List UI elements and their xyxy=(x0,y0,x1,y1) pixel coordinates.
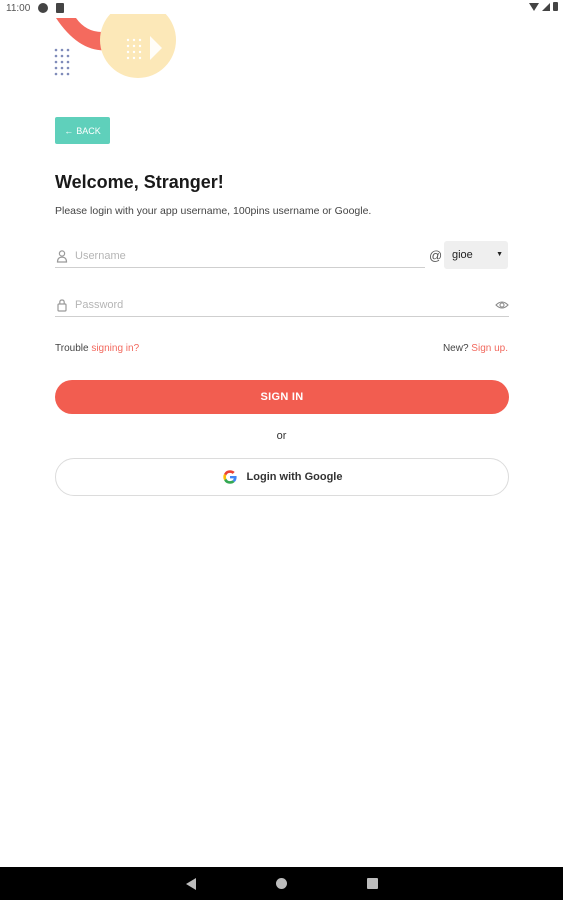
nav-back-icon[interactable] xyxy=(186,878,196,890)
battery-icon xyxy=(553,2,558,11)
back-button[interactable]: ← BACK xyxy=(55,117,110,144)
sign-in-button[interactable]: SIGN IN xyxy=(55,380,509,414)
header-decoration xyxy=(54,14,176,78)
caret-down-icon: ▼ xyxy=(496,251,503,258)
trouble-prefix: Trouble xyxy=(55,343,92,354)
user-icon xyxy=(56,249,68,263)
username-input[interactable] xyxy=(75,249,425,262)
google-icon xyxy=(222,470,237,484)
wifi-icon xyxy=(529,2,539,11)
back-button-label: BACK xyxy=(76,125,101,136)
trouble-signing-in: Trouble signing in? xyxy=(55,343,139,354)
nav-recents-icon[interactable] xyxy=(367,878,378,889)
page-title: Welcome, Stranger! xyxy=(55,172,224,192)
eye-icon[interactable] xyxy=(495,298,509,312)
signing-in-link[interactable]: signing in? xyxy=(91,343,139,354)
sd-card-icon xyxy=(56,3,64,13)
status-time: 11:00 xyxy=(6,3,31,14)
notification-icon xyxy=(38,3,48,13)
google-login-button[interactable]: Login with Google xyxy=(55,458,509,496)
new-prefix: New? xyxy=(442,343,472,354)
at-sign: @ xyxy=(429,248,443,263)
arrow-left-icon: ← xyxy=(64,125,74,136)
deco-yellow-circle xyxy=(100,14,176,78)
navigation-bar xyxy=(0,867,563,900)
or-divider: or xyxy=(276,430,287,442)
status-indicators xyxy=(529,2,558,11)
sign-up-link[interactable]: Sign up. xyxy=(471,343,508,354)
google-login-label: Login with Google xyxy=(246,471,343,483)
domain-select[interactable]: gioe ▼ xyxy=(444,241,508,269)
nav-home-icon[interactable] xyxy=(276,878,287,889)
page-subtitle: Please login with your app username, 100… xyxy=(55,205,372,217)
password-field[interactable] xyxy=(55,293,509,317)
new-user-prompt: New? Sign up. xyxy=(443,343,508,354)
lock-icon xyxy=(57,298,67,312)
login-screen: 11:00 ← BACK Welcome, Stranger! Please l… xyxy=(0,0,563,900)
deco-dots xyxy=(54,48,70,76)
username-field[interactable] xyxy=(55,244,425,268)
signal-icon xyxy=(542,2,550,11)
password-input[interactable] xyxy=(75,298,495,311)
domain-select-value: gioe xyxy=(452,249,473,261)
